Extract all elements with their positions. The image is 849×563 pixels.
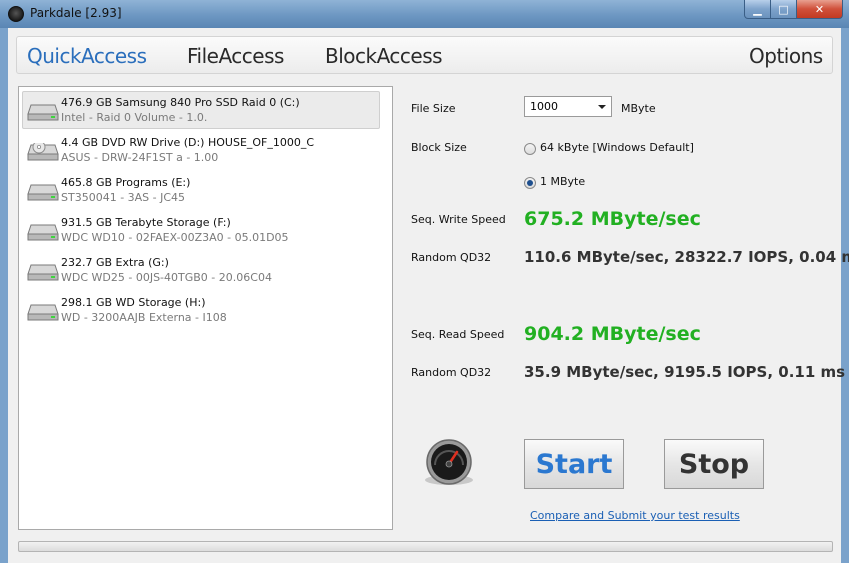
hard-drive-icon [27,264,59,281]
block-size-1m-radio[interactable] [524,177,536,189]
maximize-button[interactable]: □ [771,0,797,19]
options-menu[interactable]: Options [749,44,823,68]
drive-detail: WDC WD10 - 02FAEX-00Z3A0 - 05.01D05 [61,231,289,244]
close-icon: ✕ [814,2,825,16]
hard-drive-icon [27,184,59,201]
block-size-64k-radio[interactable] [524,143,536,155]
tab-quickaccess[interactable]: QuickAccess [27,44,147,68]
minimize-button[interactable]: ▁ [744,0,771,19]
random-write-label: Random QD32 [411,251,492,264]
random-read-value: 35.9 MByte/sec, 9195.5 IOPS, 0.11 ms [524,363,846,381]
window-frame-left [0,28,8,563]
random-read-label: Random QD32 [411,366,492,379]
drive-name: 931.5 GB Terabyte Storage (F:) [61,216,231,229]
window-title: Parkdale [2.93] [30,6,122,20]
title-bar[interactable]: Parkdale [2.93] ▁ □ ✕ [0,0,849,28]
drive-name: 465.8 GB Programs (E:) [61,176,191,189]
file-size-select[interactable]: 1000 [524,96,612,117]
block-size-1m-label[interactable]: 1 MByte [540,175,585,188]
drive-item-h[interactable]: 298.1 GB WD Storage (H:) WD - 3200AAJB E… [22,291,380,329]
file-size-unit: MByte [621,102,656,115]
drive-detail: WDC WD25 - 00JS-40TGB0 - 20.06C04 [61,271,272,284]
close-button[interactable]: ✕ [797,0,843,19]
hard-drive-icon [27,104,59,121]
progress-bar [18,541,833,552]
seq-write-value: 675.2 MByte/sec [524,208,701,230]
drive-detail: Intel - Raid 0 Volume - 1.0. [61,111,208,124]
chevron-down-icon [598,105,606,109]
seq-read-value: 904.2 MByte/sec [524,323,701,345]
file-size-value: 1000 [530,100,558,113]
drive-item-c[interactable]: 476.9 GB Samsung 840 Pro SSD Raid 0 (C:)… [22,91,380,129]
drive-item-d[interactable]: 4.4 GB DVD RW Drive (D:) HOUSE_OF_1000_C… [22,131,380,169]
drive-name: 232.7 GB Extra (G:) [61,256,169,269]
drive-detail: ASUS - DRW-24F1ST a - 1.00 [61,151,219,164]
stop-button[interactable]: Stop [664,439,764,489]
file-size-label: File Size [411,102,456,115]
tab-blockaccess[interactable]: BlockAccess [325,44,443,68]
random-write-value: 110.6 MByte/sec, 28322.7 IOPS, 0.04 ms [524,248,849,266]
nav-bar: QuickAccess FileAccess BlockAccess Optio… [16,36,833,74]
tab-fileaccess[interactable]: FileAccess [187,44,284,68]
block-size-label: Block Size [411,141,467,154]
hard-drive-icon [27,304,59,321]
window-client-area: QuickAccess FileAccess BlockAccess Optio… [8,28,849,563]
drive-name: 4.4 GB DVD RW Drive (D:) HOUSE_OF_1000_C [61,136,315,149]
drive-list[interactable]: 476.9 GB Samsung 840 Pro SSD Raid 0 (C:)… [18,86,393,530]
drive-name: 476.9 GB Samsung 840 Pro SSD Raid 0 (C:) [61,96,300,109]
maximize-icon: □ [778,2,789,16]
hard-drive-icon [27,224,59,241]
compare-submit-link[interactable]: Compare and Submit your test results [530,509,740,522]
speedometer-icon [425,439,473,485]
drive-detail: WD - 3200AAJB Externa - I108 [61,311,227,324]
start-button[interactable]: Start [524,439,624,489]
window-frame-right [841,28,849,563]
window-controls: ▁ □ ✕ [744,0,843,20]
dvd-drive-icon [27,143,59,161]
drive-item-e[interactable]: 465.8 GB Programs (E:) ST350041 - 3AS - … [22,171,380,209]
minimize-icon: ▁ [753,2,762,16]
drive-item-f[interactable]: 931.5 GB Terabyte Storage (F:) WDC WD10 … [22,211,380,249]
app-icon[interactable] [8,6,24,22]
block-size-64k-label[interactable]: 64 kByte [Windows Default] [540,141,694,154]
seq-read-label: Seq. Read Speed [411,328,505,341]
drive-detail: ST350041 - 3AS - JC45 [61,191,186,204]
seq-write-label: Seq. Write Speed [411,213,506,226]
drive-name: 298.1 GB WD Storage (H:) [61,296,206,309]
drive-item-g[interactable]: 232.7 GB Extra (G:) WDC WD25 - 00JS-40TG… [22,251,380,289]
